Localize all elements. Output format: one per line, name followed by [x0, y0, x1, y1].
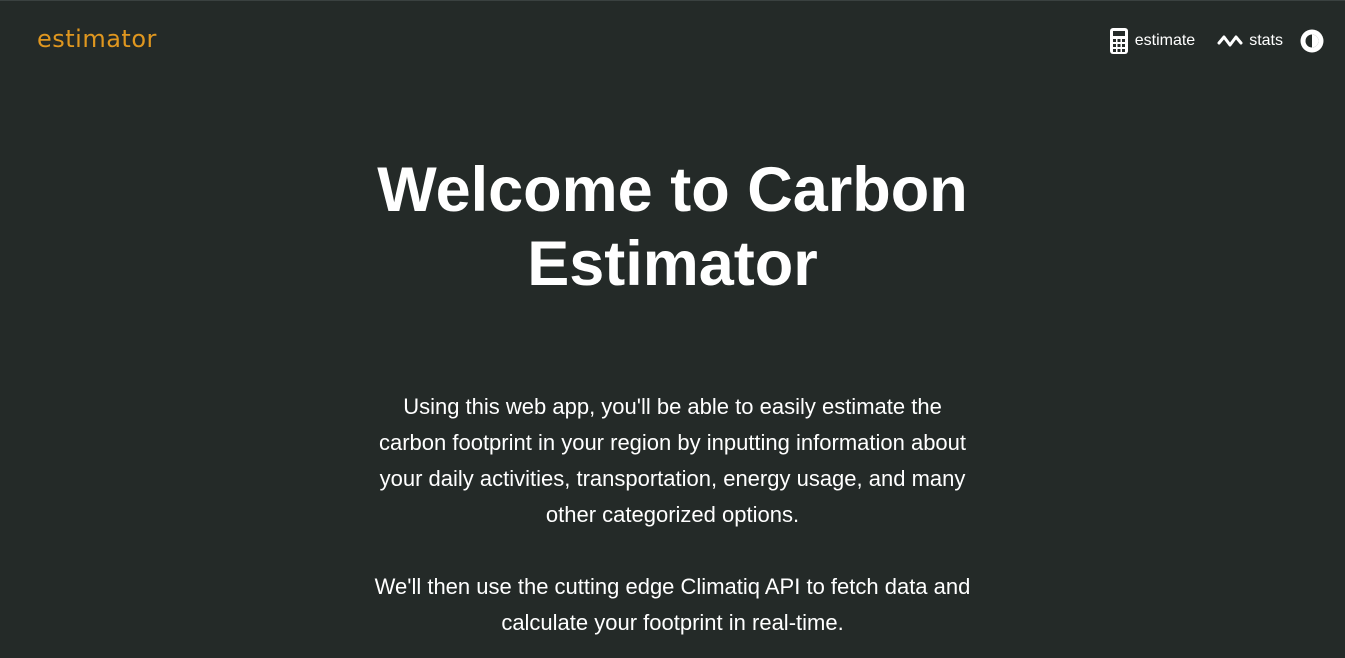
- intro-line: carbon footprint in your region by input…: [378, 430, 967, 455]
- intro-line: your daily activities, transportation, e…: [379, 466, 966, 491]
- nav-estimate-label: estimate: [1134, 32, 1196, 49]
- intro-line: We'll then use the cutting edge Climatiq…: [374, 574, 971, 599]
- intro-line: Using this web app, you'll be able to ea…: [403, 394, 942, 419]
- intro-paragraph-1: Using this web app, you'll be able to ea…: [340, 389, 1005, 533]
- page-title: Welcome to Carbon Estimator: [0, 153, 1345, 301]
- nav-stats-label: stats: [1249, 32, 1283, 49]
- top-nav: estimate stats: [1087, 27, 1325, 55]
- page: estimator estimate stats Welcome to Carb…: [0, 0, 1345, 658]
- intro-text: Using this web app, you'll be able to ea…: [340, 389, 1005, 641]
- nav-estimate-link[interactable]: estimate: [1109, 27, 1195, 55]
- logo-link[interactable]: estimator: [37, 25, 157, 53]
- intro-paragraph-2: We'll then use the cutting edge Climatiq…: [340, 569, 1005, 641]
- theme-toggle-icon: [1300, 29, 1324, 53]
- page-title-line-1: Welcome to Carbon: [377, 155, 968, 225]
- intro-line: calculate your footprint in real-time.: [501, 610, 844, 635]
- nav-stats-link[interactable]: stats: [1217, 32, 1283, 50]
- theme-toggle-button[interactable]: [1299, 28, 1325, 54]
- activity-wave-icon: [1217, 33, 1243, 49]
- calculator-icon: [1109, 27, 1129, 55]
- page-title-line-2: Estimator: [527, 229, 818, 299]
- intro-line: other categorized options.: [545, 502, 800, 527]
